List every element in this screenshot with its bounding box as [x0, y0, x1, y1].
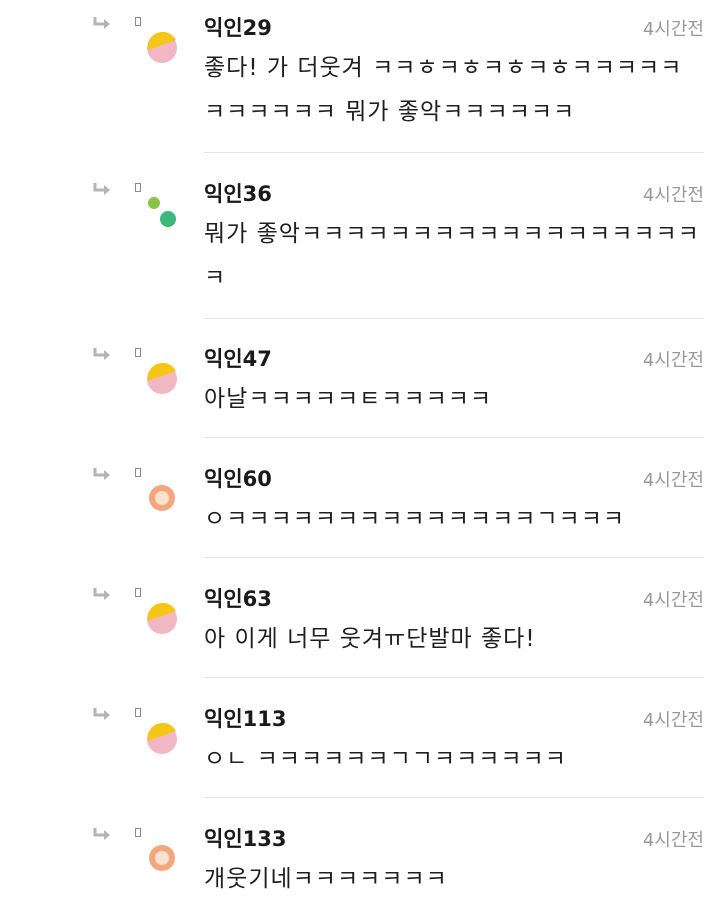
comment-time: 4시간전 [642, 830, 704, 851]
small-box-icon [135, 183, 141, 192]
reply-arrow-icon [92, 182, 112, 198]
divider [204, 152, 704, 153]
comment-author[interactable]: 익인60 [204, 465, 272, 493]
comment-text: 좋다! 가 더웃겨 ㅋㅋㅎㅋㅎㅋㅎㅋㅎㅋㅋㅋㅋㅋ ㅋㅋㅋㅋㅋㅋ 뭐가 좋악ㅋㅋㅋ… [204, 46, 709, 134]
comment-text-line: ㅋㅋㅋㅋㅋㅋ 뭐가 좋악ㅋㅋㅋㅋㅋㅋ [204, 99, 576, 125]
avatar[interactable] [144, 194, 180, 230]
comment-time: 4시간전 [642, 590, 704, 611]
avatar[interactable] [144, 30, 180, 66]
reply-arrow-icon [92, 16, 112, 32]
comment-text-line: 좋다! 가 더웃겨 ㅋㅋㅎㅋㅎㅋㅎㅋㅎㅋㅋㅋㅋㅋ [204, 55, 683, 81]
comment-text: 아 이게 너무 웃겨ㅠ단발마 좋다! [204, 617, 709, 661]
comment-text-line: 아 이게 너무 웃겨ㅠ단발마 좋다! [204, 626, 536, 652]
reply-arrow-icon [92, 707, 112, 723]
comment-time: 4시간전 [642, 710, 704, 731]
comment-text-line: ㅇㅋㅋㅋㅋㅋㅋㅋㅋㅋㅋㅋㅋㅋㅋㄱㅋㅋㅋ [204, 506, 626, 532]
comment-text: ㅇㅋㅋㅋㅋㅋㅋㅋㅋㅋㅋㅋㅋㅋㅋㄱㅋㅋㅋ [204, 497, 709, 541]
divider [204, 797, 704, 798]
comment-author[interactable]: 익인36 [204, 180, 272, 208]
reply-arrow-icon [92, 347, 112, 363]
divider [204, 677, 704, 678]
comment-author[interactable]: 익인29 [204, 14, 272, 42]
comment-text-line: 뭐가 좋악ㅋㅋㅋㅋㅋㅋㅋㅋㅋㅋㅋㅋㅋㅋㅋㅋㅋㅋ [204, 221, 700, 247]
divider [204, 318, 704, 319]
small-box-icon [135, 828, 141, 837]
comment-author[interactable]: 익인133 [204, 825, 286, 853]
reply-arrow-icon [92, 587, 112, 603]
divider [204, 437, 704, 438]
comment-author[interactable]: 익인63 [204, 585, 272, 613]
comment-text: ㅇㄴ ㅋㅋㅋㅋㅋㅋㄱㄱㅋㅋㅋㅋㅋㅋ [204, 737, 709, 781]
comment-time: 4시간전 [642, 470, 704, 491]
comment-time: 4시간전 [642, 185, 704, 206]
avatar[interactable] [144, 361, 180, 397]
comment-text: 뭐가 좋악ㅋㅋㅋㅋㅋㅋㅋㅋㅋㅋㅋㅋㅋㅋㅋㅋㅋㅋ ㅋ [204, 212, 709, 300]
comment-text-line: 아날ㅋㅋㅋㅋㅋㅌㅋㅋㅋㅋㅋ [204, 386, 493, 412]
comment-text: 아날ㅋㅋㅋㅋㅋㅌㅋㅋㅋㅋㅋ [204, 377, 709, 421]
avatar[interactable] [144, 721, 180, 757]
comment-text-line: 개웃기네ㅋㅋㅋㅋㅋㅋㅋ [204, 866, 448, 892]
avatar[interactable] [144, 480, 180, 516]
small-box-icon [135, 588, 141, 597]
comment-author[interactable]: 익인113 [204, 705, 286, 733]
comment-time: 4시간전 [642, 350, 704, 371]
reply-arrow-icon [92, 467, 112, 483]
comment-text-line: ㅋ [204, 265, 227, 291]
comment-author[interactable]: 익인47 [204, 345, 272, 373]
small-box-icon [135, 468, 141, 477]
small-box-icon [135, 348, 141, 357]
comment-text-line: ㅇㄴ ㅋㅋㅋㅋㅋㅋㄱㄱㅋㅋㅋㅋㅋㅋ [204, 746, 567, 772]
comment-list: 익인29 4시간전 좋다! 가 더웃겨 ㅋㅋㅎㅋㅎㅋㅎㅋㅎㅋㅋㅋㅋㅋ ㅋㅋㅋㅋㅋ… [0, 0, 720, 914]
avatar[interactable] [144, 601, 180, 637]
avatar[interactable] [144, 840, 180, 876]
comment-time: 4시간전 [642, 19, 704, 40]
reply-arrow-icon [92, 827, 112, 843]
small-box-icon [135, 708, 141, 717]
divider [204, 557, 704, 558]
comment-text: 개웃기네ㅋㅋㅋㅋㅋㅋㅋ [204, 857, 709, 901]
small-box-icon [135, 17, 141, 26]
